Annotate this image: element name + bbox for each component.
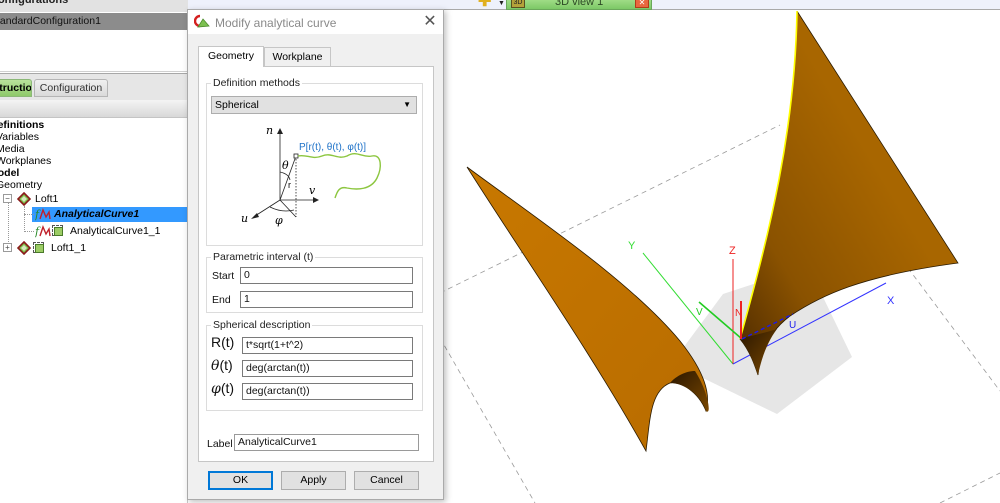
tree-item-loft1-1[interactable]: Loft1_1 (51, 242, 86, 254)
end-input[interactable]: 1 (240, 291, 413, 308)
apply-button[interactable]: Apply (281, 471, 346, 490)
start-label: Start (212, 270, 235, 282)
tree-item-definitions[interactable]: Definitions (0, 119, 44, 131)
phi-function-input[interactable]: deg(arctan(t)) (242, 383, 413, 400)
tab-configuration[interactable]: Configuration (34, 79, 108, 97)
add-view-icon[interactable]: ✚ (478, 0, 494, 10)
start-input[interactable]: 0 (240, 267, 413, 284)
tree-item-analyticalcurve1[interactable]: AnalyticalCurve1 (54, 208, 139, 220)
tree-item-media[interactable]: Media (0, 143, 25, 155)
label-input[interactable]: AnalyticalCurve1 (234, 434, 419, 451)
tree-item-analyticalcurve1-1[interactable]: AnalyticalCurve1_1 (70, 225, 160, 237)
tree-line (8, 202, 9, 246)
x-axis-label: X (887, 295, 895, 307)
y-axis-label: Y (628, 240, 636, 252)
left-surface (466, 166, 708, 453)
loft-icon (17, 192, 31, 206)
cancel-button[interactable]: Cancel (354, 471, 419, 490)
definition-methods-label: Definition methods (211, 77, 302, 89)
r-function-label: R(t) (211, 334, 234, 350)
tab-geometry[interactable]: Geometry (198, 46, 264, 67)
hidden-state-icon (52, 225, 63, 236)
configuration-item[interactable]: StandardConfiguration1 (0, 13, 188, 30)
tree-line (24, 206, 25, 232)
tree-item-variables[interactable]: Variables (0, 131, 39, 143)
dialog-title: Modify analytical curve (215, 16, 337, 30)
3d-view-icon: 3D (511, 0, 525, 8)
u-axis-label: U (789, 320, 796, 331)
expand-icon[interactable]: + (3, 243, 12, 252)
tab-construction[interactable]: Construction (0, 79, 32, 97)
collapse-icon[interactable]: − (3, 194, 12, 203)
chevron-down-icon: ▼ (403, 100, 411, 109)
app-icon (194, 14, 210, 28)
diagram-r-label: r (288, 180, 291, 190)
svg-text:f: f (35, 225, 41, 238)
diagram-point-label: P[r(t), θ(t), φ(t)] (299, 142, 366, 153)
diagram-theta-label: θ (282, 159, 289, 172)
right-surface (739, 11, 959, 376)
tree-line (24, 231, 34, 232)
definition-method-select[interactable]: Spherical ▼ (211, 96, 417, 114)
theta-arg: (t) (219, 357, 233, 373)
n-axis-label: N (735, 308, 742, 319)
diagram-u-label: u (241, 212, 248, 225)
configuration-list (0, 30, 188, 72)
parametric-interval-label: Parametric interval (t) (211, 251, 316, 263)
tree-item-workplanes[interactable]: Workplanes (0, 155, 51, 167)
analytical-curve-icon: f (35, 208, 51, 221)
tree-header (0, 100, 188, 118)
phi-symbol: φ (211, 381, 221, 397)
project-panel: Configurations StandardConfiguration1 Co… (0, 0, 188, 503)
theta-function-label: θ(t) (211, 357, 233, 374)
close-icon[interactable]: ✕ (420, 12, 440, 32)
panel-tabs: Construction Configuration (0, 73, 188, 100)
tree-item-model[interactable]: Model (0, 167, 19, 179)
theta-function-input[interactable]: deg(arctan(t)) (242, 360, 413, 377)
r-function-input[interactable]: t*sqrt(1+t^2) (242, 337, 413, 354)
tree-item-geometry[interactable]: Geometry (0, 179, 42, 191)
configuration-item-label: StandardConfiguration1 (0, 15, 101, 27)
tab-workplane[interactable]: Workplane (264, 47, 331, 67)
tab-construction-label: Construction (0, 82, 32, 94)
r-symbol: R (211, 334, 222, 350)
spherical-description-label: Spherical description (211, 319, 313, 331)
tab-3d-view[interactable]: 3D 3D view 1 ✕ (506, 0, 652, 10)
v-axis-label: V (696, 307, 703, 318)
tree-item-loft1[interactable]: Loft1 (35, 193, 58, 205)
dropdown-arrow-icon[interactable]: ▼ (498, 0, 505, 7)
ok-button[interactable]: OK (208, 471, 273, 490)
3d-viewport[interactable]: Y Z X V N U (440, 11, 1000, 503)
dialog-title-bar[interactable]: Modify analytical curve ✕ (188, 10, 443, 34)
analytical-curve-icon: f (35, 225, 51, 238)
label-field-label: Label (207, 438, 233, 450)
diagram-phi-label: φ (275, 214, 283, 227)
r-arg: (t) (221, 334, 235, 350)
spherical-coordinates-diagram: n v u θ φ r P[r(t), θ(t), φ(t)] (241, 124, 381, 227)
diagram-n-label: n (266, 124, 273, 137)
tab-3d-view-label: 3D view 1 (555, 0, 604, 8)
3d-scene[interactable]: Y Z X V N U (440, 11, 1000, 503)
z-axis-label: Z (729, 245, 736, 257)
close-view-icon[interactable]: ✕ (635, 0, 649, 8)
spherical-description-group: Spherical description R(t) t*sqrt(1+t^2)… (206, 319, 423, 411)
geometry-tab-page: Definition methods Spherical ▼ n v u θ φ… (198, 66, 434, 462)
configurations-header-label: Configurations (0, 0, 69, 6)
configurations-header: Configurations (0, 0, 188, 12)
svg-text:f: f (35, 208, 41, 221)
loft-icon (17, 241, 31, 255)
modify-analytical-curve-dialog: Modify analytical curve ✕ Geometry Workp… (187, 9, 444, 500)
definition-methods-group: Definition methods Spherical ▼ n v u θ φ… (206, 77, 423, 246)
diagram-v-label: v (309, 184, 316, 197)
hidden-state-icon (33, 242, 44, 253)
phi-function-label: φ(t) (211, 380, 234, 397)
end-label: End (212, 294, 231, 306)
phi-arg: (t) (220, 380, 235, 396)
definition-method-value: Spherical (215, 99, 259, 111)
parametric-interval-group: Parametric interval (t) Start 0 End 1 (206, 251, 423, 313)
tree-line (24, 214, 34, 215)
